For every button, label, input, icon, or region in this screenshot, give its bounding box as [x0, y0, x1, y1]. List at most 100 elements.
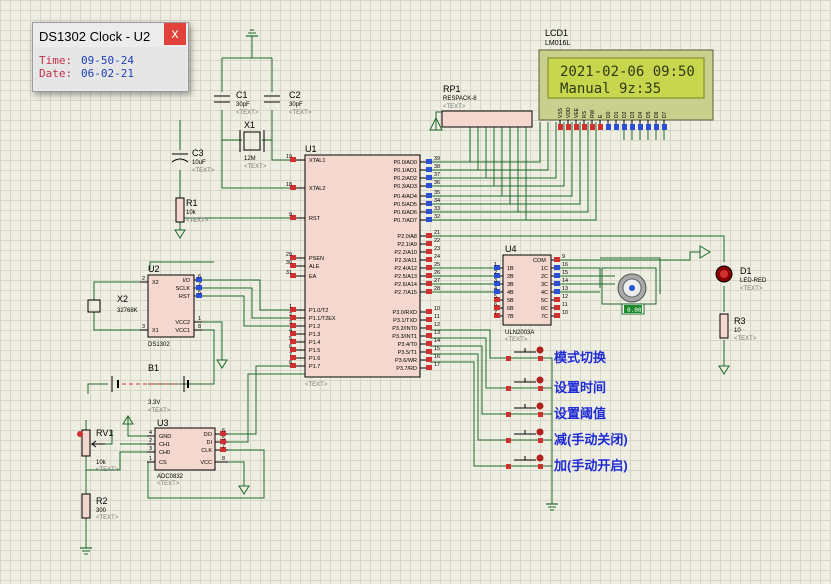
mcu-pin-name: P2.4/A12 [394, 266, 417, 272]
pin-marker [426, 209, 432, 214]
pin-marker [426, 317, 432, 322]
pin-marker [506, 412, 511, 417]
driver-u4: U4 ULN2003A <TEXT> COM 1 1B 2 2B 3 3B 4 4B 5 5B 6 6… [494, 244, 568, 343]
mcu-pin-num: 37 [434, 172, 440, 178]
pushbutton-cap[interactable] [536, 402, 544, 410]
mcu-pin-name: XTAL1 [309, 158, 325, 164]
u2-ref: U2 [148, 264, 160, 274]
mcu-pin-name: P1.6 [309, 356, 320, 362]
crystal-x2: X2 32768K [87, 294, 138, 314]
mcu-pin-num: 6 [289, 344, 292, 350]
u4-com: COM [533, 258, 546, 264]
u4-ref: U4 [505, 244, 517, 254]
ds1302-clock-popup: DS1302 Clock - U2 x Time: 09-50-24 Date:… [32, 22, 189, 92]
pin-marker [538, 412, 543, 417]
mcu-pin-name: PSEN [309, 256, 324, 262]
u2-pin-name: X2 [152, 280, 159, 286]
r3-value: 10 [734, 328, 741, 334]
u4-pin-num: 11 [562, 302, 568, 308]
c1-text: <TEXT> [236, 110, 259, 116]
u2-model: DS1302 [148, 342, 170, 348]
mcu-pin-num: 7 [289, 352, 292, 358]
u4-pin-name: 3C [541, 282, 548, 288]
pin-marker [426, 273, 432, 278]
u2-pin-num: 7 [198, 282, 201, 288]
pin-marker [554, 297, 560, 302]
pin-marker [654, 124, 659, 130]
b1-value: 3.3V [148, 400, 160, 406]
pin-marker [426, 265, 432, 270]
mcu-pin-name: P3.6/WR [395, 358, 417, 364]
c2-ref: C2 [289, 90, 301, 100]
pin-marker [426, 241, 432, 246]
rv1-text: <TEXT> [96, 467, 119, 473]
close-button[interactable]: x [164, 23, 186, 45]
stepper-motor: 0.00 [601, 267, 657, 315]
pushbutton-cap[interactable] [536, 346, 544, 354]
potentiometer-rv1: RV1 10k <TEXT> [77, 428, 119, 473]
pushbutton-label: 减(手动关闭) [554, 432, 628, 447]
u3-pin-num: 8 [222, 456, 225, 462]
pushbutton[interactable]: 设置时间 [506, 376, 606, 396]
u3-pin-name: CS [159, 460, 167, 466]
mcu-pin-num: 10 [434, 306, 440, 312]
pin-marker [558, 124, 563, 130]
pin-marker [538, 464, 543, 469]
mcu-pin-name: P0.0/AD0 [393, 160, 417, 166]
u4-pin-num: 10 [562, 310, 568, 316]
time-value: 09-50-24 [81, 54, 134, 67]
mcu-pin-num: 4 [289, 328, 292, 334]
r1-ref: R1 [186, 198, 198, 208]
pin-marker [426, 233, 432, 238]
u2-pin-num: 5 [198, 290, 201, 296]
mcu-pin-name: P3.5/T1 [398, 350, 417, 356]
pin-marker [426, 201, 432, 206]
pushbutton-label: 加(手动开启) [553, 458, 628, 473]
b1-ref: B1 [148, 363, 159, 373]
u3-pin-num: 7 [222, 444, 225, 450]
pushbutton[interactable]: 减(手动关闭) [506, 428, 628, 448]
u2-pin-name: X1 [152, 328, 159, 334]
u3-text: <TEXT> [157, 481, 180, 487]
pin-marker [426, 281, 432, 286]
lcd-pin-name: VEE [574, 107, 580, 118]
pushbutton[interactable]: 加(手动开启) [506, 454, 628, 474]
mcu-pin-name: P0.6/AD6 [393, 210, 417, 216]
r3-ref: R3 [734, 316, 746, 326]
resistor-r3: R3 10 <TEXT> [719, 313, 757, 342]
mcu-pin-num: 11 [434, 314, 440, 320]
u3-pin-name: DO [204, 432, 213, 438]
pushbutton[interactable]: 设置阈值 [506, 402, 606, 422]
mcu-u1: U1 <TEXT> 19XTAL118XTAL29RST29PSEN30ALE3… [286, 144, 440, 388]
mcu-pin-name: RST [309, 216, 321, 222]
mcu-pin-num: 33 [434, 206, 440, 212]
mcu-pin-num: 23 [434, 246, 440, 252]
pin-marker [506, 464, 511, 469]
u4-pin-num: 4 [494, 286, 497, 292]
pushbutton-cap[interactable] [536, 376, 544, 384]
u3-pin-num: 5 [222, 436, 225, 442]
pushbutton-cap[interactable] [536, 428, 544, 436]
pushbutton-cap[interactable] [536, 454, 544, 462]
u4-pin-name: 5C [541, 298, 548, 304]
u4-pin-name: 1C [541, 266, 548, 272]
u3-model: ADC0832 [157, 474, 184, 480]
pushbutton-label: 模式切换 [554, 350, 607, 365]
pin-marker [426, 333, 432, 338]
pin-marker [638, 124, 643, 130]
pin-marker [566, 124, 571, 130]
u2-pin-name: VCC1 [175, 328, 190, 334]
pin-marker [590, 124, 595, 130]
mcu-pin-num: 22 [434, 238, 440, 244]
pin-marker [426, 365, 432, 370]
lcd-pin-name: D2 [622, 111, 628, 118]
mcu-pin-num: 9 [289, 212, 292, 218]
mcu-pin-num: 18 [286, 182, 292, 188]
u4-pin-name: 4B [507, 290, 514, 296]
c3-value: 10uF [192, 160, 206, 166]
pin-marker [506, 438, 511, 443]
u4-pin-name: 4C [541, 290, 548, 296]
mcu-pin-num: 21 [434, 230, 440, 236]
rtc-u2: U2 DS1302 2 X2 3 X1 6 I/O 7 SCLK 5 RST 1 VCC2 8 VCC1 [140, 264, 202, 348]
pushbutton[interactable]: 模式切换 [506, 346, 607, 366]
